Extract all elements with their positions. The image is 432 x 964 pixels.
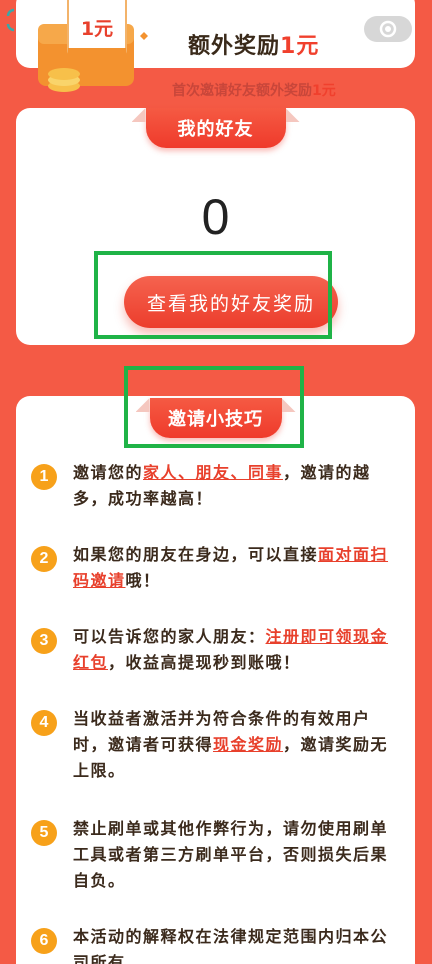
bonus-card: 1元 额外奖励1元 <box>16 0 415 92</box>
my-friends-header: 我的好友 <box>145 108 286 148</box>
tip-number-badge: 1 <box>31 464 57 490</box>
tip-number-badge: 4 <box>31 710 57 736</box>
tip-text: 可以告诉您的家人朋友：注册即可领现金红包，收益高提现秒到账哦！ <box>73 627 389 672</box>
annotation-box-button <box>94 251 332 339</box>
eye-toggle-button[interactable] <box>364 16 412 42</box>
tip-text: 禁止刷单或其他作弊行为，请勿使用刷单工具或者第三方刷单平台，否则损失后果自负。 <box>73 819 389 890</box>
annotation-box-header <box>124 366 304 448</box>
invite-tips-card: 邀请小技巧 1 邀请您的家人、朋友、同事，邀请的越多，成功率越高！ 2 如果您的… <box>16 396 415 964</box>
bonus-subtitle: 首次邀请好友额外奖励1元 <box>172 80 336 100</box>
tip-number-badge: 2 <box>31 546 57 572</box>
gift-amount: 1元 <box>80 18 114 40</box>
bonus-subtitle-amount: 1元 <box>312 83 336 99</box>
bonus-title-amount: 1元 <box>280 34 320 59</box>
friend-count: 0 <box>201 189 230 245</box>
tip-link[interactable]: 现金奖励 <box>213 735 283 754</box>
tip-text: 邀请您的家人、朋友、同事，邀请的越多，成功率越高！ <box>73 463 371 508</box>
tip-number-badge: 6 <box>31 928 57 954</box>
tip-link[interactable]: 家人、朋友、同事 <box>143 463 283 482</box>
bonus-title: 额外奖励1元 <box>188 28 319 60</box>
tip-number-badge: 3 <box>31 628 57 654</box>
eye-icon <box>379 20 397 38</box>
tip-number-badge: 5 <box>31 820 57 846</box>
bonus-subtitle-prefix: 首次邀请好友额外奖励 <box>172 83 312 99</box>
bonus-title-prefix: 额外奖励 <box>188 34 281 59</box>
tip-text: 如果您的朋友在身边，可以直接面对面扫码邀请哦！ <box>73 545 389 590</box>
tip-text: 当收益者激活并为符合条件的有效用户时，邀请者可获得现金奖励，邀请奖励无上限。 <box>73 709 389 780</box>
tip-text: 本活动的解释权在法律规定范围内归本公司所有 <box>73 927 389 964</box>
